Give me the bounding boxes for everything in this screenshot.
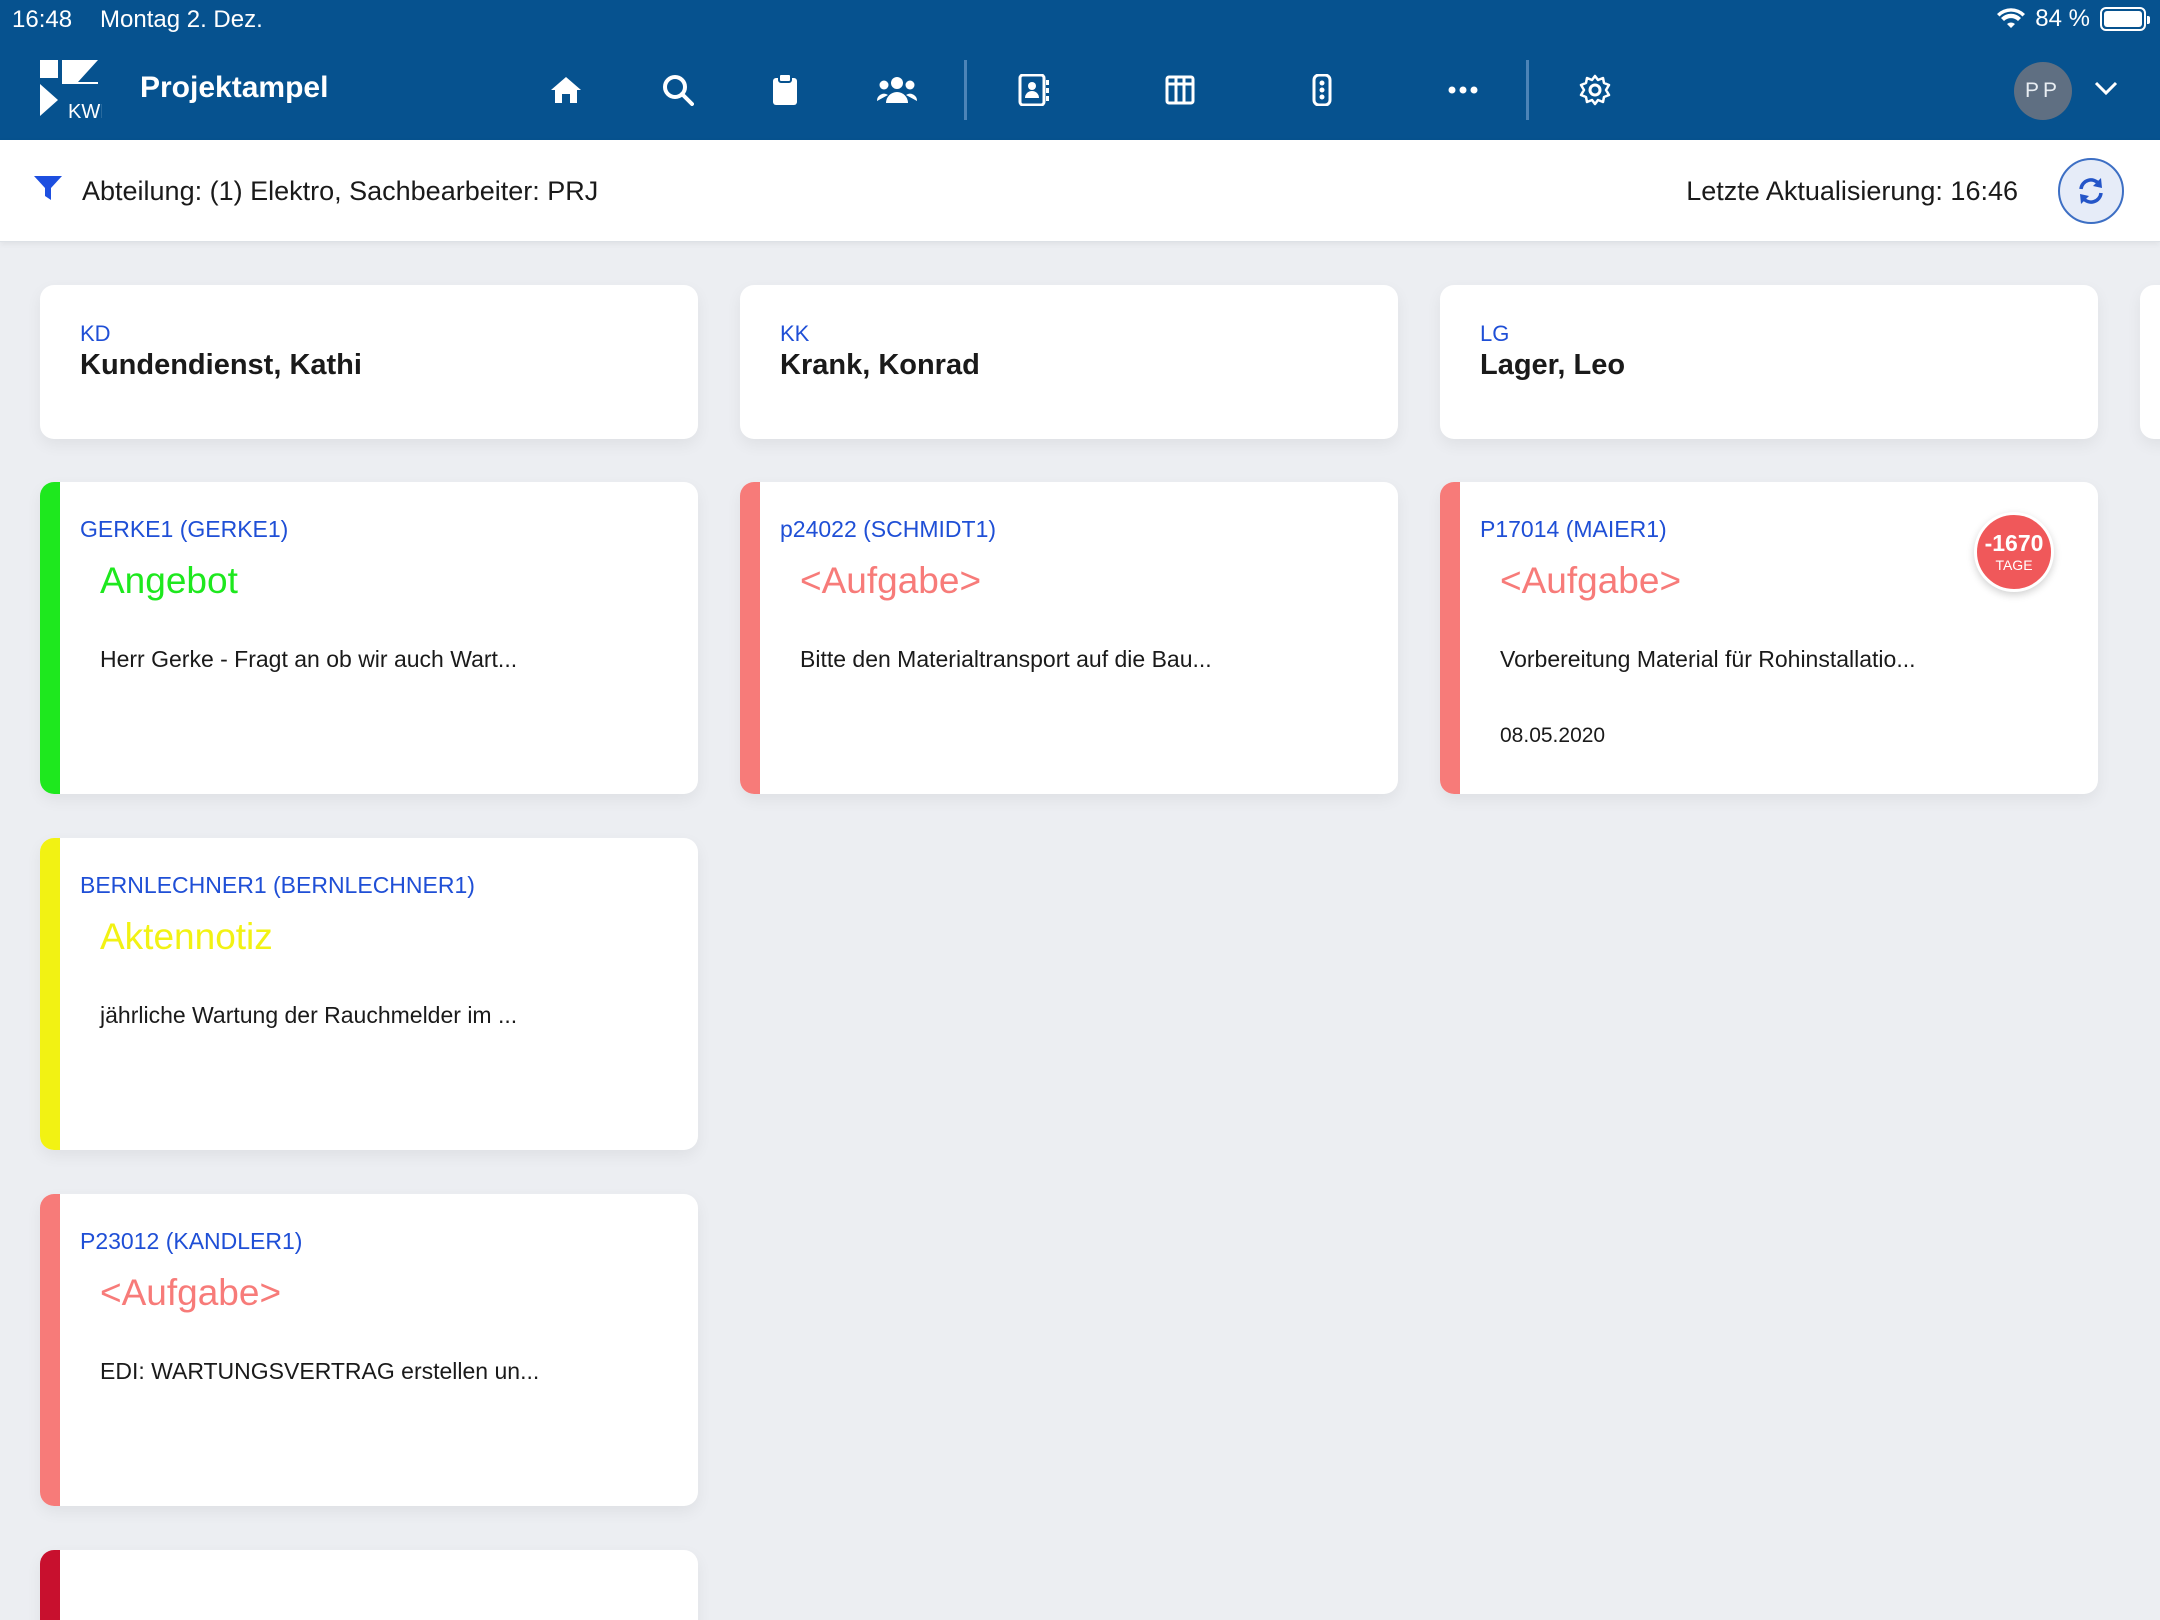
task-description: Bitte den Materialtransport auf die Bau.…: [800, 646, 1212, 672]
filter-icon[interactable]: [34, 176, 62, 207]
chevron-down-icon[interactable]: [2094, 80, 2118, 101]
task-type: Angebot: [100, 560, 238, 601]
overdue-unit: TAGE: [1995, 557, 2033, 573]
status-date: Montag 2. Dez.: [100, 6, 263, 33]
logo-text: KWP: [68, 101, 102, 120]
last-update-text: Letzte Aktualisierung: 16:46: [1686, 176, 2018, 206]
task-card[interactable]: GERKE1 (GERKE1) Angebot Herr Gerke - Fra…: [40, 482, 698, 794]
task-type: <Aufgabe>: [100, 1272, 282, 1313]
task-type: <Aufgabe>: [800, 560, 982, 601]
more-icon[interactable]: [1443, 70, 1483, 110]
gear-icon[interactable]: [1575, 70, 1615, 110]
wifi-icon: [1997, 8, 2026, 28]
overdue-badge: -1670 TAGE: [1974, 512, 2054, 592]
nav-separator: [964, 60, 967, 120]
status-time: 16:48: [12, 6, 73, 33]
traffic-light-icon[interactable]: [1302, 70, 1342, 110]
filter-summary[interactable]: Abteilung: (1) Elektro, Sachbearbeiter: …: [82, 176, 598, 207]
task-card[interactable]: BERNLECHNER1 (BERNLECHNER1) Aktennotiz j…: [40, 838, 698, 1150]
avatar[interactable]: PP: [2014, 62, 2072, 120]
overdue-days: -1670: [1984, 530, 2044, 556]
column-name: Krank, Konrad: [780, 349, 980, 381]
task-description: Vorbereitung Material für Rohinstallatio…: [1500, 646, 1916, 672]
task-card[interactable]: P23012 (KANDLER1) <Aufgabe> EDI: WARTUNG…: [40, 1194, 698, 1506]
task-description: EDI: WARTUNGSVERTRAG erstellen un...: [100, 1358, 540, 1384]
status-bar: 16:48 Montag 2. Dez. 84 %: [0, 0, 2160, 40]
refresh-button[interactable]: [2058, 158, 2124, 224]
kwp-logo: KWP: [38, 60, 114, 123]
column-header-kd[interactable]: KD Kundendienst, Kathi: [40, 285, 698, 439]
status-right: 84 %: [1997, 5, 2150, 33]
status-color-bar: [40, 1194, 60, 1506]
task-card[interactable]: p24022 (SCHMIDT1) <Aufgabe> Bitte den Ma…: [740, 482, 1398, 794]
app-title: Projektampel: [140, 71, 329, 104]
column-header-lg[interactable]: LG Lager, Leo: [1440, 285, 2098, 439]
column-code: LG: [1480, 321, 1510, 346]
column-code: KK: [780, 321, 810, 346]
refresh-icon: [2079, 178, 2103, 204]
status-color-bar: [40, 482, 60, 794]
column-name: Kundendienst, Kathi: [80, 349, 362, 381]
status-color-bar: [40, 838, 60, 1150]
clipboard-icon[interactable]: [765, 70, 805, 110]
task-reference: GERKE1 (GERKE1): [80, 516, 289, 542]
column-name: Lager, Leo: [1480, 349, 1626, 381]
column-header-kk[interactable]: KK Krank, Konrad: [740, 285, 1398, 439]
task-type: Aktennotiz: [100, 916, 273, 957]
search-icon[interactable]: [658, 70, 698, 110]
task-reference: p24022 (SCHMIDT1): [780, 516, 997, 542]
task-date: 08.05.2020: [1500, 724, 1606, 747]
task-card[interactable]: [40, 1550, 698, 1620]
columns-icon[interactable]: [1160, 70, 1200, 110]
column-code: KD: [80, 321, 111, 346]
battery-percent: 84 %: [2035, 5, 2090, 32]
status-color-bar: [1440, 482, 1460, 794]
battery-icon: [2100, 7, 2150, 31]
task-reference: P17014 (MAIER1): [1480, 516, 1667, 542]
task-reference: BERNLECHNER1 (BERNLECHNER1): [80, 872, 475, 898]
home-icon[interactable]: [546, 70, 586, 110]
task-reference: P23012 (KANDLER1): [80, 1228, 303, 1254]
column-header-partial[interactable]: [2140, 285, 2160, 439]
task-type: <Aufgabe>: [1500, 560, 1682, 601]
task-description: Herr Gerke - Fragt an ob wir auch Wart..…: [100, 646, 518, 672]
contacts-icon[interactable]: [1014, 70, 1054, 110]
task-card[interactable]: P17014 (MAIER1) <Aufgabe> Vorbereitung M…: [1440, 482, 2098, 794]
status-color-bar: [40, 1550, 60, 1620]
users-icon[interactable]: [875, 70, 919, 110]
task-description: jährliche Wartung der Rauchmelder im ...: [100, 1002, 518, 1028]
filter-bar: Abteilung: (1) Elektro, Sachbearbeiter: …: [0, 140, 2160, 242]
app-header: 16:48 Montag 2. Dez. 84 % KWP Projektamp…: [0, 0, 2160, 140]
status-color-bar: [740, 482, 760, 794]
nav-separator: [1526, 60, 1529, 120]
